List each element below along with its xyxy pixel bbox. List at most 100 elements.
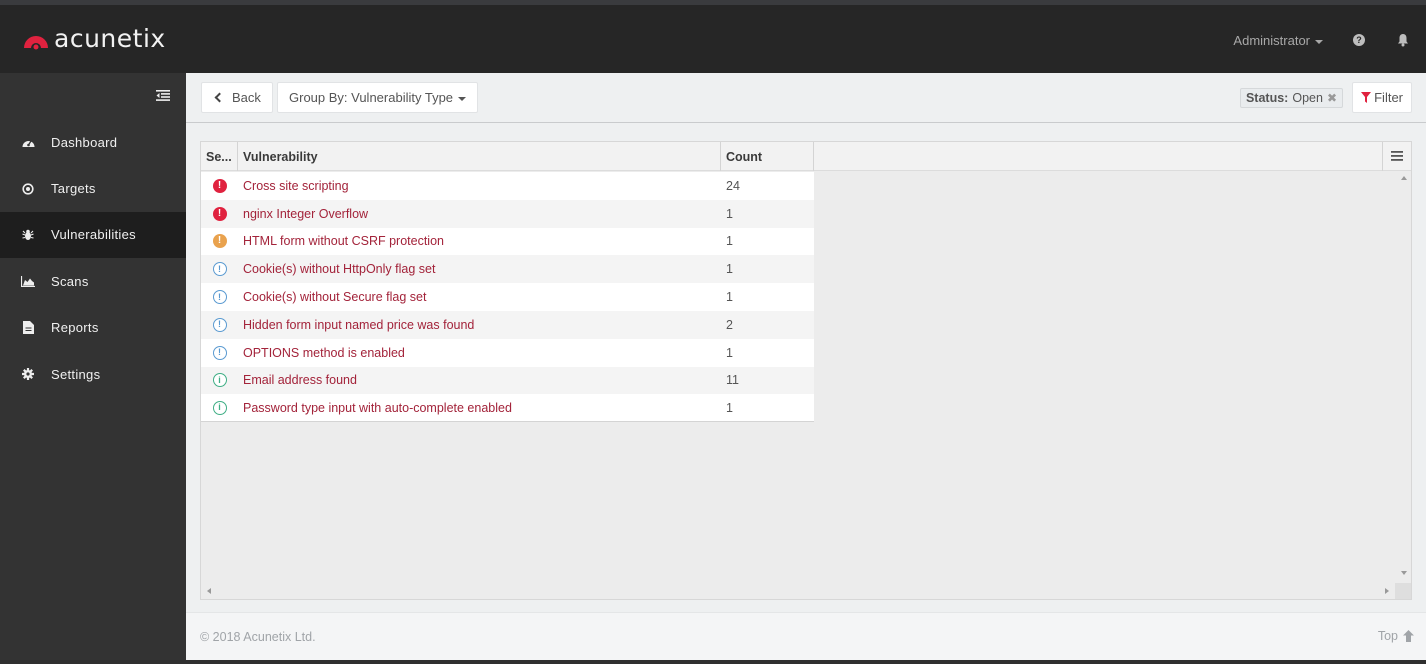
vulnerability-count: 1 (726, 400, 733, 415)
remove-filter-icon[interactable]: ✖ (1327, 91, 1337, 105)
vulnerability-name[interactable]: OPTIONS method is enabled (238, 346, 721, 360)
column-header-vulnerability[interactable]: Vulnerability (238, 142, 721, 171)
main-content: Back Group By: Vulnerability Type Status… (186, 73, 1426, 660)
filter-button[interactable]: Filter (1352, 82, 1412, 113)
vulnerability-count: 24 (726, 178, 740, 193)
table-row[interactable]: ! HTML form without CSRF protection 1 (201, 227, 814, 256)
severity-low-icon: ! (212, 262, 227, 277)
sidebar-item-scans[interactable]: Scans (0, 258, 186, 304)
table-row[interactable]: i Password type input with auto-complete … (201, 394, 814, 423)
vulnerability-count: 2 (726, 317, 733, 332)
sidebar-item-label: Scans (51, 273, 89, 289)
severity-cell: i (201, 373, 238, 388)
top-label: Top (1377, 629, 1398, 643)
window-bottom-strip (0, 660, 1426, 664)
sidebar-item-label: Reports (51, 320, 99, 336)
area-chart-icon (21, 274, 35, 288)
grid-header: Se... Vulnerability Count (201, 142, 1411, 171)
sidebar-item-reports[interactable]: Reports (0, 305, 186, 351)
severity-cell: ! (201, 262, 238, 277)
bug-icon (21, 228, 35, 242)
severity-high-icon: ! (212, 178, 227, 193)
column-header-severity[interactable]: Se... (201, 142, 238, 171)
scroll-right-arrow[interactable] (1385, 588, 1389, 594)
sidebar: Dashboard Targets Vulnerabilities Scans … (0, 73, 186, 664)
toolbar: Back Group By: Vulnerability Type Status… (186, 73, 1426, 123)
table-row[interactable]: ! Cookie(s) without Secure flag set 1 (201, 283, 814, 311)
status-value: Open (1292, 91, 1323, 105)
table-row[interactable]: ! nginx Integer Overflow 1 (201, 199, 814, 228)
vulnerability-name[interactable]: Cookie(s) without Secure flag set (238, 290, 721, 304)
vulnerability-count: 1 (726, 206, 733, 221)
scroll-down-arrow[interactable] (1401, 571, 1407, 575)
sidebar-item-label: Dashboard (51, 134, 118, 150)
group-by-label: Group By: Vulnerability Type (289, 90, 454, 105)
table-row[interactable]: ! OPTIONS method is enabled 1 (201, 338, 814, 367)
vulnerability-name[interactable]: Password type input with auto-complete e… (238, 401, 721, 415)
vulnerability-count: 11 (726, 373, 739, 388)
brand-name: acunetix (54, 24, 166, 53)
filter-label: Filter (1374, 90, 1403, 105)
vulnerability-name[interactable]: HTML form without CSRF protection (238, 234, 721, 248)
group-by-dropdown[interactable]: Group By: Vulnerability Type (277, 82, 479, 113)
acunetix-logo[interactable]: acunetix (22, 24, 166, 53)
sidebar-item-label: Targets (51, 181, 96, 197)
top-navbar: acunetix Administrator ? (0, 5, 1426, 73)
severity-cell: i (201, 400, 238, 415)
vulnerability-name[interactable]: Cross site scripting (238, 179, 721, 193)
scrollbar-corner (1395, 583, 1411, 599)
severity-medium-icon: ! (212, 234, 227, 249)
user-menu-label: Administrator (1233, 33, 1310, 48)
back-label: Back (232, 90, 261, 105)
bell-icon[interactable] (1396, 33, 1410, 47)
arrow-up-icon (1403, 630, 1414, 642)
hamburger-icon (1391, 151, 1403, 161)
dashboard-icon (21, 135, 35, 149)
indent-icon[interactable] (156, 90, 170, 101)
severity-cell: ! (201, 345, 238, 360)
scroll-left-arrow[interactable] (207, 588, 211, 594)
sidebar-item-targets[interactable]: Targets (0, 165, 186, 211)
severity-info-icon: i (212, 400, 227, 415)
user-menu[interactable]: Administrator (1233, 33, 1323, 48)
table-row[interactable]: ! Hidden form input named price was found… (201, 310, 814, 339)
target-icon (21, 182, 35, 196)
copyright-text: © 2018 Acunetix Ltd. (200, 630, 316, 644)
vulnerability-name[interactable]: Email address found (238, 373, 721, 387)
sidebar-item-vulnerabilities[interactable]: Vulnerabilities (0, 211, 186, 259)
table-row[interactable]: ! Cross site scripting 24 (201, 172, 814, 200)
severity-cell: ! (201, 178, 238, 193)
severity-cell: ! (201, 206, 238, 221)
status-filter-chip: Status: Open ✖ (1239, 88, 1343, 108)
table-row[interactable]: ! Cookie(s) without HttpOnly flag set 1 (201, 255, 814, 284)
severity-info-icon: i (212, 373, 227, 388)
sidebar-item-dashboard[interactable]: Dashboard (0, 119, 186, 165)
severity-low-icon: ! (212, 345, 227, 360)
grid-rows: ! Cross site scripting 24! nginx Integer Ov… (201, 172, 814, 423)
severity-low-icon: ! (212, 290, 227, 305)
column-menu-button[interactable] (1383, 142, 1411, 170)
severity-cell: ! (201, 290, 238, 305)
sidebar-item-label: Settings (51, 366, 101, 382)
caret-down-icon (1315, 39, 1323, 44)
vulnerability-name[interactable]: Cookie(s) without HttpOnly flag set (238, 262, 721, 276)
vulnerabilities-grid: Se... Vulnerability Count ! Cross site sc… (200, 141, 1412, 600)
column-header-filler (814, 142, 1383, 171)
sidebar-item-settings[interactable]: Settings (0, 351, 186, 397)
file-icon (21, 321, 35, 335)
funnel-icon (1361, 92, 1372, 103)
back-button[interactable]: Back (201, 82, 273, 113)
caret-down-icon (458, 96, 467, 101)
table-row[interactable]: i Email address found 11 (201, 366, 814, 395)
sidebar-item-label: Vulnerabilities (51, 227, 136, 243)
status-key: Status: (1245, 91, 1289, 105)
column-header-count[interactable]: Count (721, 142, 814, 171)
vulnerability-name[interactable]: nginx Integer Overflow (238, 207, 721, 221)
question-circle-icon[interactable]: ? (1353, 34, 1365, 46)
severity-low-icon: ! (212, 317, 227, 332)
scroll-up-arrow[interactable] (1401, 176, 1407, 180)
back-to-top-link[interactable]: Top (1378, 629, 1414, 643)
vulnerability-name[interactable]: Hidden form input named price was found (238, 318, 721, 332)
logo-mark-icon (24, 35, 48, 49)
vulnerability-count: 1 (726, 290, 733, 305)
